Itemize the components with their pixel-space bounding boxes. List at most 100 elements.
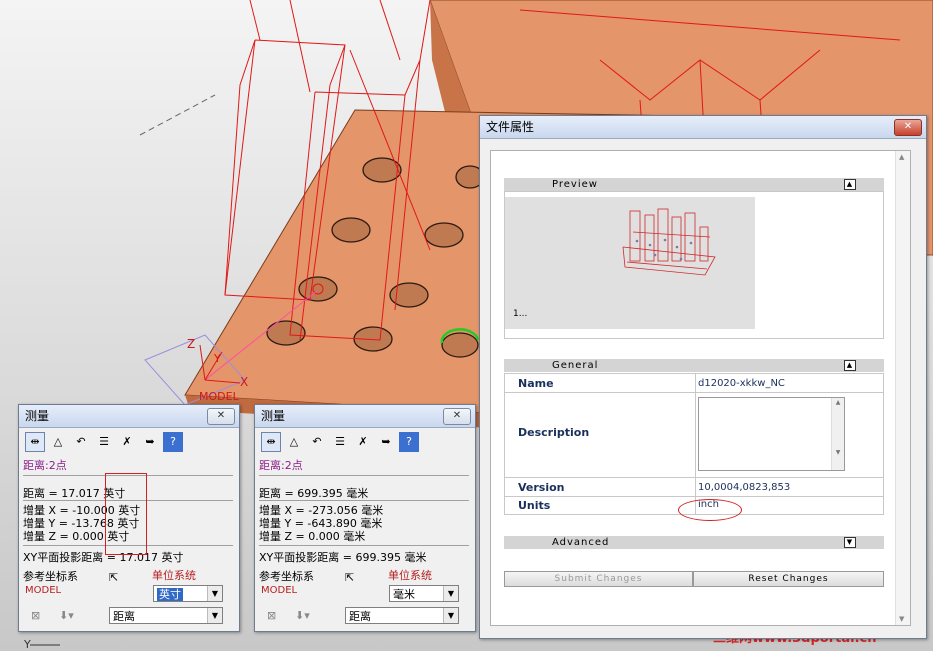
- scrollbar[interactable]: ▲ ▼: [831, 398, 844, 470]
- ref-csys-label: 参考坐标系: [259, 570, 314, 583]
- expand-icon[interactable]: ▼: [844, 537, 856, 548]
- svg-text:Y: Y: [23, 638, 31, 651]
- select-csys-icon[interactable]: ⇱: [345, 571, 354, 584]
- description-row: Description ▲ ▼: [505, 393, 883, 478]
- version-value: 10,0004,0823,853: [698, 482, 791, 493]
- measure-mode: 距离:2点: [23, 459, 67, 472]
- help-icon[interactable]: ?: [163, 432, 183, 452]
- unit-system-select[interactable]: 毫米 ▼: [389, 585, 459, 602]
- measure-type-select[interactable]: 距离 ▼: [109, 607, 223, 624]
- clear-measure-icon[interactable]: ✗: [117, 432, 137, 452]
- curve-length-icon[interactable]: ↶: [71, 432, 91, 452]
- units-label: Units: [518, 499, 551, 512]
- download-icon[interactable]: ⬇▾: [295, 609, 310, 622]
- export-icon[interactable]: ➥: [140, 432, 160, 452]
- measure-dialog-inch: 测量 ✕ ⇹ △ ↶ ☰ ✗ ➥? 距离:2点 距离 = 17.017 英寸 增量 X =…: [18, 404, 240, 632]
- submit-changes-button[interactable]: Submit Changes: [504, 571, 693, 587]
- distance-tool-icon[interactable]: ⇹: [25, 432, 45, 452]
- properties-titlebar[interactable]: 文件属性 ✕: [480, 116, 926, 139]
- measure-dialog-mm: 测量 ✕ ⇹ △ ↶ ☰ ✗ ➥? 距离:2点 距离 = 699.395 毫米 增量 X …: [254, 404, 476, 632]
- info-list-icon[interactable]: ☰: [94, 432, 114, 452]
- measure-toolbar: ⇹ △ ↶ ☰ ✗ ➥?: [261, 432, 422, 452]
- download-icon[interactable]: ⬇▾: [59, 609, 74, 622]
- version-label: Version: [518, 481, 565, 494]
- file-properties-dialog: 文件属性 ✕ Preview ▲ 1... General ▲ Name d12…: [479, 115, 927, 639]
- measure-mode: 距离:2点: [259, 459, 303, 472]
- measure-dialog-titlebar[interactable]: 测量 ✕: [19, 405, 239, 428]
- unit-system-value: 英寸: [157, 588, 183, 601]
- preview-image: 1...: [505, 197, 755, 329]
- angle-tool-icon[interactable]: △: [284, 432, 304, 452]
- general-header-label: General: [552, 360, 599, 371]
- measure-dialog-titlebar[interactable]: 测量 ✕: [255, 405, 475, 428]
- axis-y-label: Y: [213, 352, 221, 365]
- name-row: Name d12020-xkkw_NC: [505, 374, 883, 393]
- dialog-title: 测量: [261, 409, 286, 423]
- chevron-down-icon: ▼: [443, 608, 458, 623]
- reset-changes-button[interactable]: Reset Changes: [693, 571, 884, 587]
- highlight-box: [105, 473, 147, 555]
- chevron-down-icon: ▼: [443, 586, 458, 601]
- delta-z-readout: 增量 Z = 0.000 毫米: [259, 530, 366, 543]
- properties-scrollbar[interactable]: ▲ ▼: [895, 151, 910, 625]
- dialog-title: 测量: [25, 409, 50, 423]
- unit-system-select[interactable]: 英寸 ▼: [153, 585, 223, 602]
- save-measure-icon[interactable]: ⊠: [31, 609, 40, 622]
- ref-csys-value: MODEL: [261, 585, 298, 596]
- name-label: Name: [518, 377, 554, 390]
- close-button[interactable]: ✕: [894, 119, 922, 136]
- distance-tool-icon[interactable]: ⇹: [261, 432, 281, 452]
- advanced-header-label: Advanced: [552, 537, 610, 548]
- description-label: Description: [518, 426, 590, 439]
- scroll-down-icon[interactable]: ▼: [899, 615, 904, 623]
- close-button[interactable]: ✕: [443, 408, 471, 425]
- select-csys-icon[interactable]: ⇱: [109, 571, 118, 584]
- export-icon[interactable]: ➥: [376, 432, 396, 452]
- model-csys-label: MODEL: [199, 390, 240, 403]
- name-value: d12020-xkkw_NC: [698, 378, 785, 389]
- axis-z-label: Z: [187, 337, 195, 351]
- version-row: Version 10,0004,0823,853: [505, 478, 883, 497]
- save-measure-icon[interactable]: ⊠: [267, 609, 276, 622]
- advanced-section-header[interactable]: Advanced ▼: [504, 536, 884, 549]
- ref-csys-value: MODEL: [25, 585, 62, 596]
- chevron-down-icon: ▼: [207, 586, 222, 601]
- unit-system-label: 单位系统: [152, 569, 196, 582]
- preview-panel: 1...: [504, 191, 884, 339]
- preview-caption: 1...: [513, 309, 528, 319]
- general-table: Name d12020-xkkw_NC Description ▲ ▼ Versi…: [504, 373, 884, 521]
- properties-content: Preview ▲ 1... General ▲ Name d12020-xkk…: [490, 150, 911, 626]
- close-icon: ✕: [903, 121, 913, 132]
- collapse-icon[interactable]: ▲: [844, 179, 856, 190]
- preview-header-label: Preview: [552, 179, 598, 190]
- help-icon[interactable]: ?: [399, 432, 419, 452]
- unit-system-label: 单位系统: [388, 569, 432, 582]
- preview-section-header[interactable]: Preview ▲: [504, 178, 884, 191]
- delta-x-readout: 增量 X = -273.056 毫米: [259, 504, 384, 517]
- close-button[interactable]: ✕: [207, 408, 235, 425]
- general-section-header[interactable]: General ▲: [504, 359, 884, 372]
- measure-type-value: 距离: [113, 610, 135, 623]
- unit-system-value: 毫米: [393, 588, 415, 601]
- close-icon: ✕: [216, 410, 226, 421]
- xy-projection-readout: XY平面投影距离 = 17.017 英寸: [23, 551, 184, 564]
- angle-tool-icon[interactable]: △: [48, 432, 68, 452]
- collapse-icon[interactable]: ▲: [844, 360, 856, 371]
- chevron-down-icon: ▼: [207, 608, 222, 623]
- delta-y-readout: 增量 Y = -643.890 毫米: [259, 517, 383, 530]
- highlight-ellipse: [678, 499, 742, 521]
- measure-type-value: 距离: [349, 610, 371, 623]
- distance-readout: 距离 = 699.395 毫米: [259, 487, 369, 500]
- info-list-icon[interactable]: ☰: [330, 432, 350, 452]
- ref-csys-label: 参考坐标系: [23, 570, 78, 583]
- close-icon: ✕: [452, 410, 462, 421]
- axis-x-label: X: [240, 375, 248, 389]
- curve-length-icon[interactable]: ↶: [307, 432, 327, 452]
- scroll-up-icon[interactable]: ▲: [899, 153, 904, 161]
- measure-toolbar: ⇹ △ ↶ ☰ ✗ ➥?: [25, 432, 186, 452]
- clear-measure-icon[interactable]: ✗: [353, 432, 373, 452]
- xy-projection-readout: XY平面投影距离 = 699.395 毫米: [259, 551, 427, 564]
- description-textarea[interactable]: ▲ ▼: [698, 397, 845, 471]
- dialog-title: 文件属性: [486, 120, 535, 134]
- measure-type-select[interactable]: 距离 ▼: [345, 607, 459, 624]
